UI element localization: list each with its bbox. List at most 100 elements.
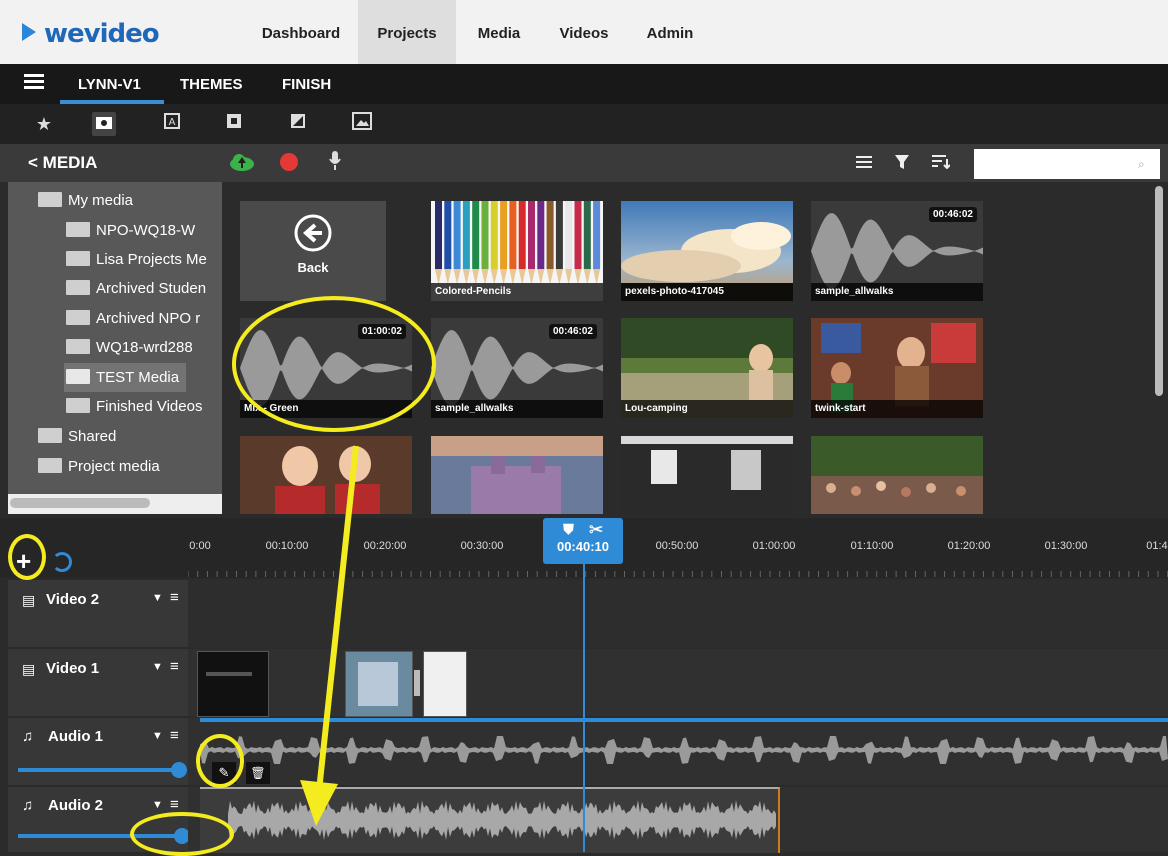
track-menu-icon[interactable]: ≡ <box>170 589 179 606</box>
video-clip[interactable] <box>197 651 269 717</box>
highlight-circle <box>232 296 436 432</box>
folder-test-media[interactable]: TEST Media <box>64 363 186 392</box>
media-tile[interactable]: twink-start <box>811 318 983 418</box>
svg-text:A: A <box>169 117 176 128</box>
track-menu-icon[interactable]: ≡ <box>170 727 179 744</box>
waveform-shape <box>811 213 983 289</box>
nav-videos[interactable]: Videos <box>544 0 624 64</box>
nav-media[interactable]: Media <box>460 0 538 64</box>
media-back-button[interactable]: < MEDIA <box>28 144 97 182</box>
pencil <box>593 201 601 269</box>
folder-shared[interactable]: Shared <box>38 422 116 451</box>
pencil <box>435 201 442 269</box>
images-icon[interactable] <box>350 112 374 136</box>
volume-knob[interactable] <box>171 762 187 778</box>
record-icon[interactable] <box>280 153 298 171</box>
split-scissors-icon[interactable]: ✂ <box>589 521 602 537</box>
media-tile[interactable]: 00:46:02 sample_allwalks <box>431 318 603 418</box>
tab-finish[interactable]: FINISH <box>282 64 331 104</box>
highlight-circle <box>196 734 244 788</box>
folder-item[interactable]: Lisa Projects Me <box>66 245 207 274</box>
media-tile[interactable] <box>811 436 983 514</box>
pencil <box>444 201 452 269</box>
pencil <box>546 201 554 269</box>
folder-icon <box>38 458 62 473</box>
playhead-time: 00:40:10 <box>556 539 610 554</box>
folder-item[interactable]: WQ18-wrd288 <box>66 333 193 362</box>
track-name: Video 1 <box>46 660 100 677</box>
nav-projects[interactable]: Projects <box>358 0 456 64</box>
nav-admin[interactable]: Admin <box>630 0 710 64</box>
hamburger-menu-icon[interactable] <box>24 80 44 83</box>
volume-slider[interactable] <box>18 768 178 772</box>
tile-duration: 00:46:02 <box>928 207 977 222</box>
trash-icon[interactable]: 🗑 <box>246 762 270 784</box>
back-tile[interactable]: Back <box>240 201 386 301</box>
link-icon[interactable] <box>52 552 72 572</box>
tile-label: twink-start <box>811 400 983 418</box>
folder-item[interactable]: NPO-WQ18-W <box>66 216 195 245</box>
upload-cloud-icon[interactable] <box>229 153 255 176</box>
time-tick: 01:30:00 <box>1044 540 1088 552</box>
tree-horizontal-scrollbar[interactable] <box>10 498 150 508</box>
project-bar <box>0 64 1168 104</box>
music-note-icon: ♫ <box>22 797 34 814</box>
time-tick: 0:00 <box>189 540 211 552</box>
star-icon[interactable]: ★ <box>32 112 56 136</box>
media-tile[interactable]: 00:46:02 sample_allwalks <box>811 201 983 301</box>
folder-item[interactable]: Finished Videos <box>66 392 202 421</box>
media-tile[interactable] <box>431 436 603 514</box>
tab-themes[interactable]: THEMES <box>180 64 243 104</box>
highlight-circle <box>8 534 46 580</box>
media-search-input[interactable] <box>974 149 1160 179</box>
overlay-icon[interactable] <box>286 112 310 136</box>
filter-icon[interactable] <box>894 154 910 175</box>
microphone-icon[interactable] <box>328 150 342 177</box>
folder-item[interactable]: Archived Studen <box>66 274 206 303</box>
pencil <box>462 201 470 269</box>
tile-label: sample_allwalks <box>811 283 983 301</box>
media-tile[interactable]: Lou-camping <box>621 318 793 418</box>
pencil <box>472 201 480 269</box>
nav-dashboard[interactable]: Dashboard <box>246 0 356 64</box>
wevideo-logo[interactable]: weVIDEO <box>22 18 160 49</box>
video-clip[interactable] <box>423 651 467 717</box>
pencil <box>537 201 545 269</box>
folder-icon <box>66 310 90 325</box>
pencil <box>518 201 526 269</box>
text-icon[interactable]: A <box>160 112 184 136</box>
folder-icon <box>38 192 62 207</box>
playhead-handle[interactable]: ⛊ ✂ 00:40:10 <box>543 518 623 564</box>
transitions-icon[interactable] <box>222 112 246 136</box>
caret-down-icon[interactable]: ▼ <box>152 661 163 673</box>
media-tile[interactable]: pexels-photo-417045 <box>621 201 793 301</box>
folder-project-media[interactable]: Project media <box>38 452 160 481</box>
back-label: Back <box>297 260 329 275</box>
tile-label: sample_allwalks <box>431 400 603 418</box>
folder-item[interactable]: Archived NPO r <box>66 304 200 333</box>
track-menu-icon[interactable]: ≡ <box>170 796 179 813</box>
folder-tree: My media NPO-WQ18-W Lisa Projects Me Arc… <box>8 182 222 514</box>
media-vertical-scrollbar[interactable] <box>1155 186 1163 396</box>
tile-label: Colored-Pencils <box>431 283 603 301</box>
folder-my-media[interactable]: My media <box>38 186 133 215</box>
caret-down-icon[interactable]: ▼ <box>152 730 163 742</box>
pencil <box>528 201 535 269</box>
track-header-video-2: ▤ Video 2 ▼ ≡ <box>8 580 188 647</box>
caret-down-icon[interactable]: ▼ <box>152 799 163 811</box>
folder-icon <box>66 398 90 413</box>
tile-duration: 00:46:02 <box>548 324 597 339</box>
folder-icon <box>66 280 90 295</box>
playhead-line <box>583 564 585 852</box>
track-menu-icon[interactable]: ≡ <box>170 658 179 675</box>
list-view-icon[interactable] <box>856 156 872 158</box>
folder-icon <box>38 428 62 443</box>
media-tile[interactable]: Colored-Pencils <box>431 201 603 301</box>
time-tick: 00:50:00 <box>655 540 699 552</box>
folder-media-icon[interactable] <box>92 112 116 136</box>
media-tile[interactable] <box>621 436 793 514</box>
sort-icon[interactable] <box>932 155 951 174</box>
tab-project[interactable]: LYNN-V1 <box>78 64 141 104</box>
caret-down-icon[interactable]: ▼ <box>152 592 163 604</box>
track-name: Audio 1 <box>48 728 103 745</box>
